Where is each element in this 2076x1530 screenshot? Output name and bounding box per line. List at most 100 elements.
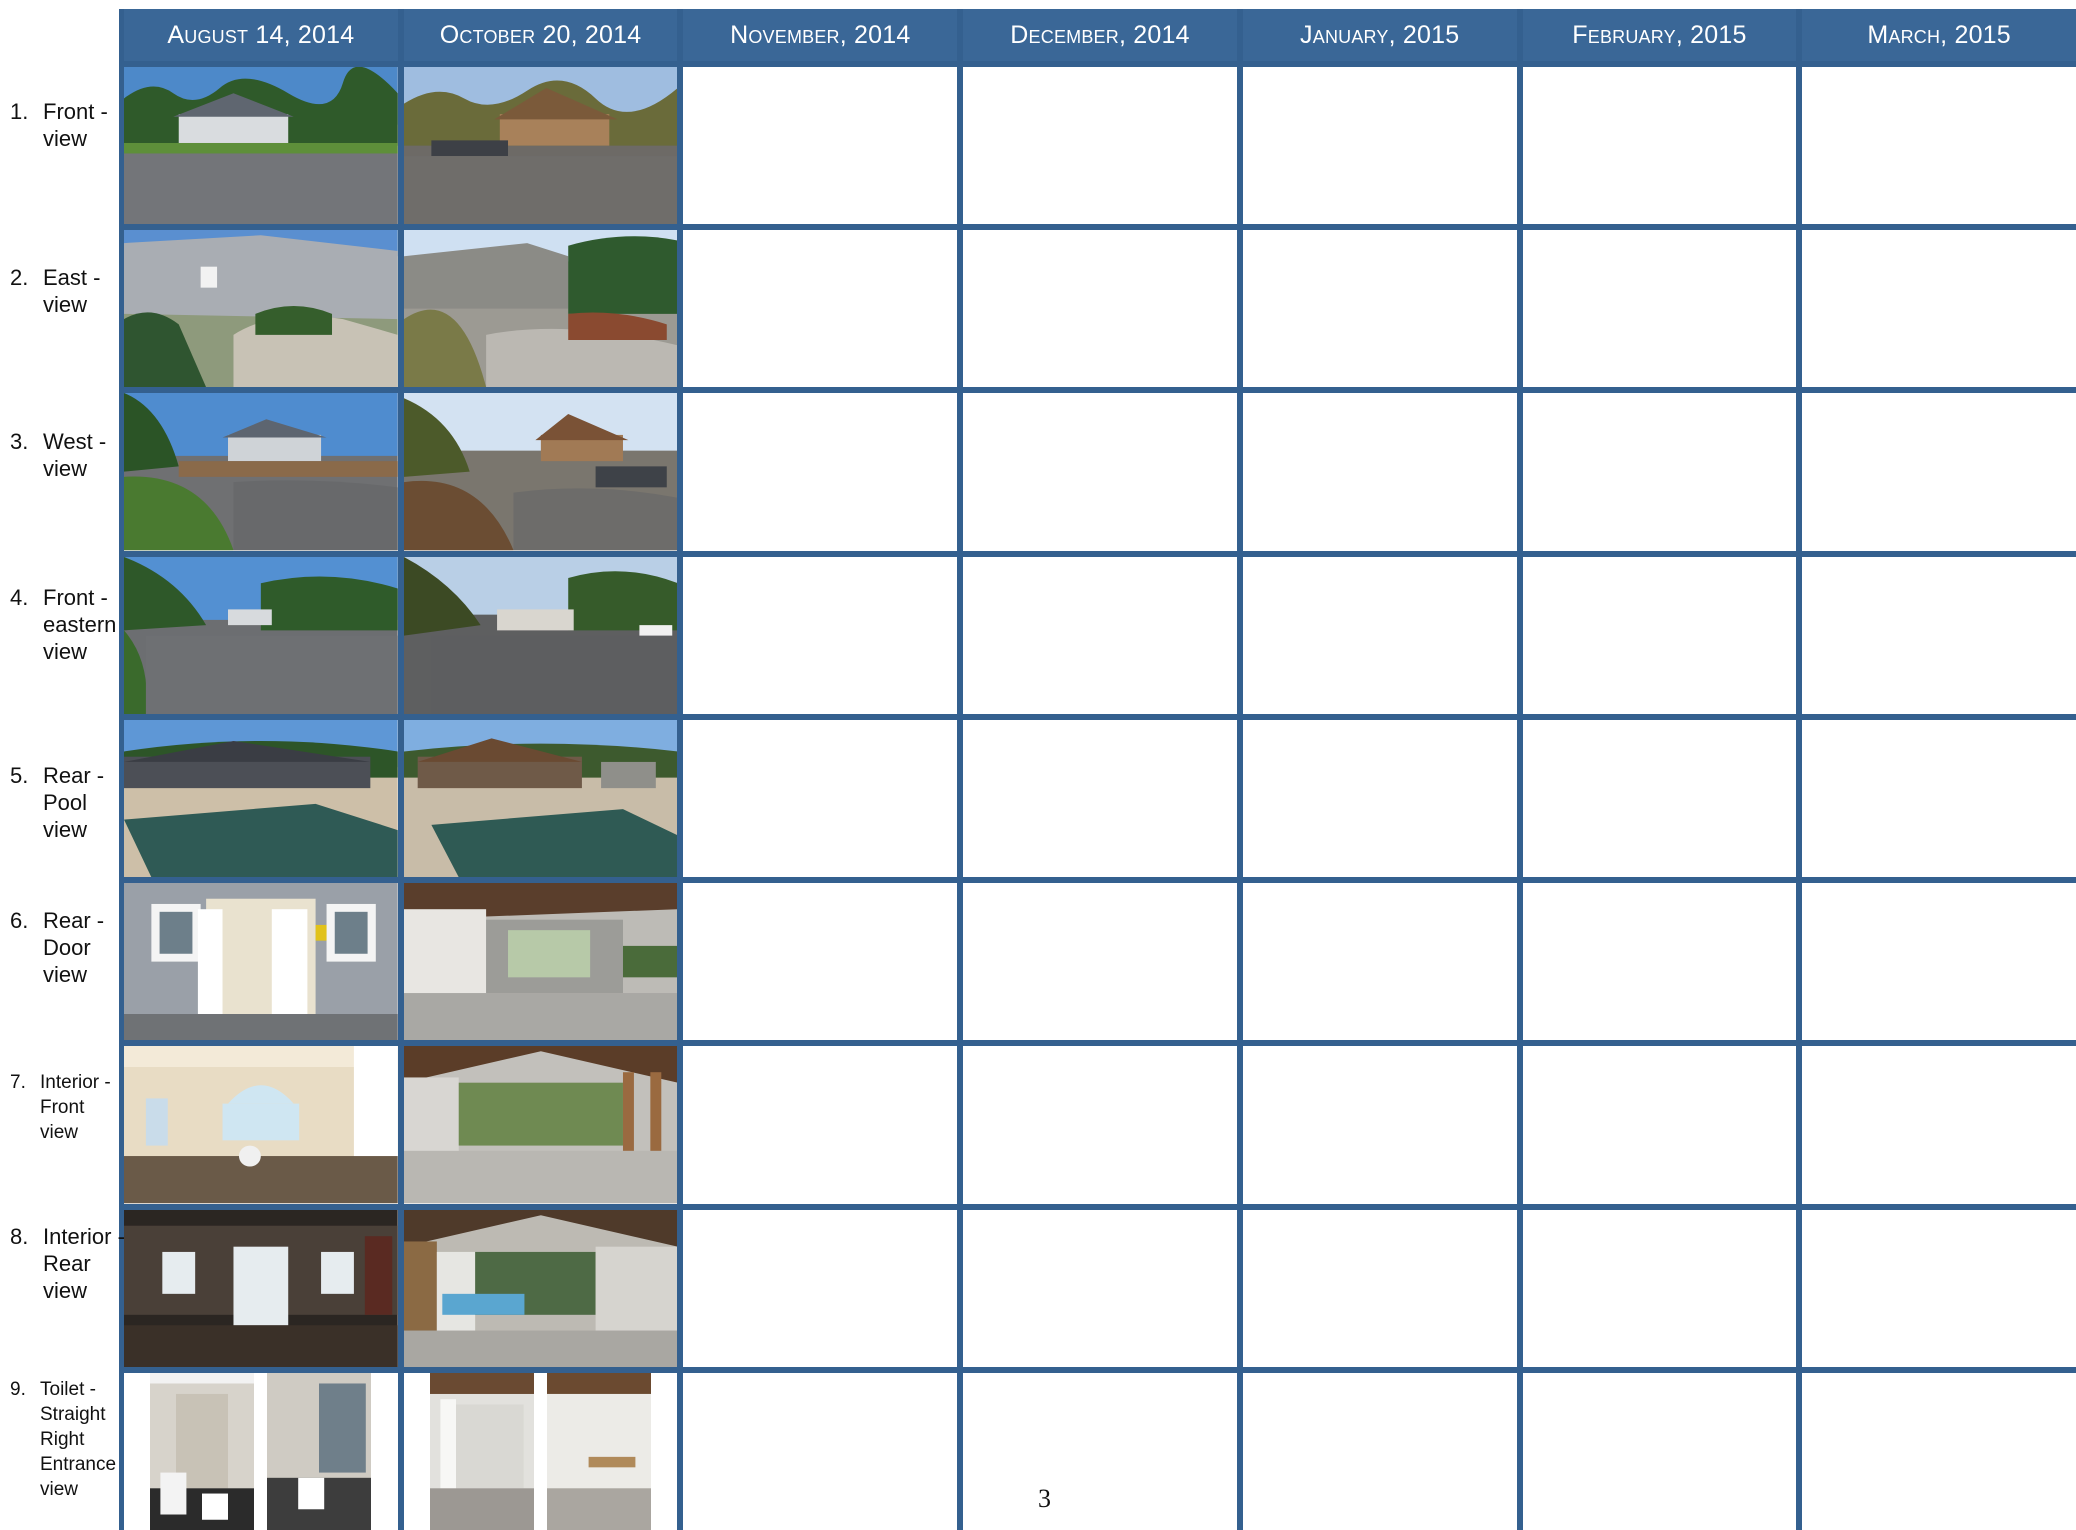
- row-label-line: view: [43, 292, 88, 317]
- empty-cell: [963, 883, 1237, 1041]
- photo-front-view-aug: [124, 67, 398, 225]
- photo-cell: [124, 393, 398, 551]
- photo-west-view-aug: [124, 393, 398, 551]
- empty-cell: [683, 67, 958, 225]
- photo-cell: [403, 230, 678, 388]
- row-label-line: Entrance: [40, 1454, 117, 1475]
- photo-cell: [403, 719, 678, 878]
- empty-cell: [1522, 556, 1797, 714]
- row-label-line: view: [43, 639, 88, 664]
- row-number: 5.: [10, 763, 29, 788]
- empty-cell: [1802, 556, 2076, 714]
- empty-cell: [683, 393, 958, 551]
- row-label: 1. Front - view: [10, 98, 122, 152]
- empty-cell: [1522, 1372, 1797, 1530]
- row-label-line: Front: [40, 1097, 85, 1118]
- empty-cell: [1242, 719, 1517, 878]
- photo-cell: [124, 556, 398, 714]
- photo-toilet-right-aug: [267, 1372, 372, 1530]
- empty-cell: [1522, 883, 1797, 1041]
- empty-cell: [1522, 1046, 1797, 1204]
- empty-cell: [963, 230, 1237, 388]
- empty-cell: [683, 1372, 958, 1530]
- photo-east-view-aug: [124, 230, 398, 388]
- empty-cell: [1522, 393, 1797, 551]
- photo-east-view-oct: [403, 230, 678, 388]
- column-header: August 14, 2014: [124, 9, 398, 61]
- empty-cell: [1242, 67, 1517, 225]
- empty-cell: [1242, 393, 1517, 551]
- empty-cell: [963, 1046, 1237, 1204]
- photo-front-view-oct: [403, 67, 678, 225]
- row-label-line: Pool: [43, 790, 88, 815]
- photo-cell: [124, 67, 398, 225]
- empty-cell: [1242, 1372, 1517, 1530]
- row-label-line: Front -: [43, 99, 108, 124]
- photo-interior-rear-view-aug: [124, 1209, 398, 1367]
- row-number: 4.: [10, 585, 29, 610]
- empty-cell: [1802, 719, 2076, 878]
- empty-cell: [1242, 1046, 1517, 1204]
- empty-cell: [963, 1372, 1237, 1530]
- empty-cell: [683, 883, 958, 1041]
- column-header: November, 2014: [683, 9, 958, 61]
- photo-rear-pool-view-oct: [403, 719, 678, 878]
- empty-cell: [1802, 1372, 2076, 1530]
- row-label-line: view: [43, 817, 88, 842]
- photo-cell: [124, 719, 398, 878]
- row-labels: 1. Front - view 2. East - view 3. West -…: [0, 61, 125, 1530]
- empty-cell: [683, 719, 958, 878]
- empty-cell: [683, 556, 958, 714]
- row-number: 2.: [10, 265, 29, 290]
- photo-interior-front-view-aug: [124, 1046, 398, 1204]
- row-label-line: view: [43, 962, 88, 987]
- empty-cell: [1802, 393, 2076, 551]
- photo-pair: [403, 1372, 678, 1530]
- row-label-line: view: [43, 1278, 88, 1303]
- empty-cell: [683, 1046, 958, 1204]
- photo-cell: [403, 556, 678, 714]
- empty-cell: [963, 556, 1237, 714]
- photo-cell: [403, 1046, 678, 1204]
- row-label-line: Toilet -: [40, 1379, 96, 1400]
- progress-photo-grid: August 14, 2014 October 20, 2014 Novembe…: [119, 9, 2076, 1530]
- photo-toilet-right-oct: [546, 1372, 651, 1530]
- photo-front-eastern-view-aug: [124, 556, 398, 714]
- page-number: 3: [1038, 1484, 1051, 1513]
- empty-cell: [1522, 67, 1797, 225]
- empty-cell: [683, 1209, 958, 1367]
- photo-rear-pool-view-aug: [124, 719, 398, 878]
- photo-interior-front-view-oct: [403, 1046, 678, 1204]
- empty-cell: [1522, 719, 1797, 878]
- column-header: February, 2015: [1522, 9, 1797, 61]
- photo-toilet-straight-oct: [430, 1372, 535, 1530]
- row-number: 1.: [10, 99, 29, 124]
- row-label-line: Interior -: [40, 1072, 111, 1093]
- column-header: March, 2015: [1802, 9, 2076, 61]
- row-label-line: eastern: [43, 612, 117, 637]
- row-label-line: Straight: [40, 1404, 106, 1425]
- empty-cell: [963, 719, 1237, 878]
- photo-rear-door-view-aug: [124, 883, 398, 1041]
- row-label: 8. Interior - Rear view: [10, 1223, 125, 1304]
- photo-cell: [403, 1209, 678, 1367]
- photo-west-view-oct: [403, 393, 678, 551]
- row-label-line: Right: [40, 1429, 85, 1450]
- row-label-line: Interior -: [43, 1224, 125, 1249]
- empty-cell: [963, 393, 1237, 551]
- row-number: 6.: [10, 908, 29, 933]
- row-label-line: Rear -: [43, 908, 105, 933]
- row-label-line: West -: [43, 429, 107, 454]
- column-header: December, 2014: [963, 9, 1237, 61]
- row-label-line: Rear: [43, 1251, 91, 1276]
- empty-cell: [1242, 230, 1517, 388]
- empty-cell: [963, 1209, 1237, 1367]
- column-header: October 20, 2014: [403, 9, 678, 61]
- row-label: 7. Interior - Front view: [10, 1070, 122, 1145]
- photo-cell: [403, 67, 678, 225]
- row-label-line: view: [40, 1122, 79, 1143]
- row-label-line: Rear -: [43, 763, 105, 788]
- empty-cell: [963, 67, 1237, 225]
- photo-pair: [124, 1372, 398, 1530]
- row-number: 3.: [10, 429, 29, 454]
